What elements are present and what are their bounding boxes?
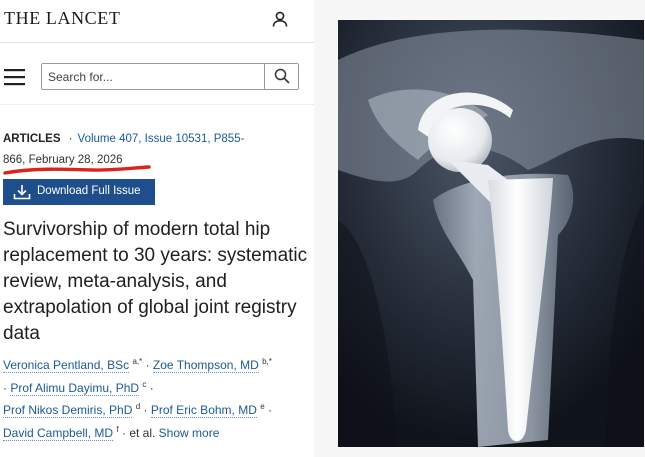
author-separator: · <box>121 425 126 440</box>
lancet-logo[interactable]: THE LANCET <box>4 8 120 29</box>
author-separator: · <box>149 380 154 395</box>
volume-issue-link[interactable]: Volume 407, Issue 10531, P855- <box>78 133 245 145</box>
author-affiliation: a,* <box>132 357 143 366</box>
author-link[interactable]: Prof Eric Bohm, MD <box>150 403 257 418</box>
author-affiliation: b,* <box>262 357 272 366</box>
search-icon <box>274 68 290 84</box>
download-full-issue-button[interactable]: Download Full Issue <box>3 179 155 205</box>
author-link[interactable]: Zoe Thompson, MD <box>152 358 259 373</box>
article-type: ARTICLES <box>3 133 61 145</box>
nav-divider <box>0 104 314 105</box>
red-annotation-mark <box>3 165 151 175</box>
meta-separator: · <box>68 133 73 145</box>
download-icon <box>13 185 31 200</box>
author-link[interactable]: Prof Nikos Demiris, PhD <box>3 403 133 418</box>
author-separator: · <box>3 380 7 395</box>
user-icon[interactable] <box>271 10 289 28</box>
author-separator: · <box>268 403 273 417</box>
author-affiliation: d <box>135 402 141 411</box>
article-title: Survivorship of modern total hip replace… <box>3 219 308 344</box>
author-affiliation: e <box>260 402 265 411</box>
author-affiliation: f <box>116 424 119 434</box>
et-al: et al. <box>129 425 156 440</box>
author-affiliation: c <box>142 379 147 389</box>
author-list: Veronica Pentland, BSc a,* · Zoe Thompso… <box>3 354 311 444</box>
hip-replacement-xray-image <box>338 20 644 447</box>
article-panel: THE LANCET ARTICLES · Volume 407, Issue 1… <box>0 0 314 457</box>
download-label: Download Full Issue <box>37 185 141 197</box>
author-link[interactable]: David Campbell, MD <box>3 425 114 441</box>
header-divider <box>0 42 314 43</box>
hamburger-menu-icon[interactable] <box>4 68 25 86</box>
search-button[interactable] <box>264 64 298 89</box>
author-separator: · <box>145 358 150 372</box>
author-link[interactable]: Prof Alimu Dayimu, PhD <box>10 380 140 396</box>
author-link[interactable]: Veronica Pentland, BSc <box>3 358 130 373</box>
show-more-link[interactable]: Show more <box>159 426 220 440</box>
search-bar <box>41 63 299 90</box>
search-input[interactable] <box>42 64 264 89</box>
author-separator: · <box>143 403 148 417</box>
